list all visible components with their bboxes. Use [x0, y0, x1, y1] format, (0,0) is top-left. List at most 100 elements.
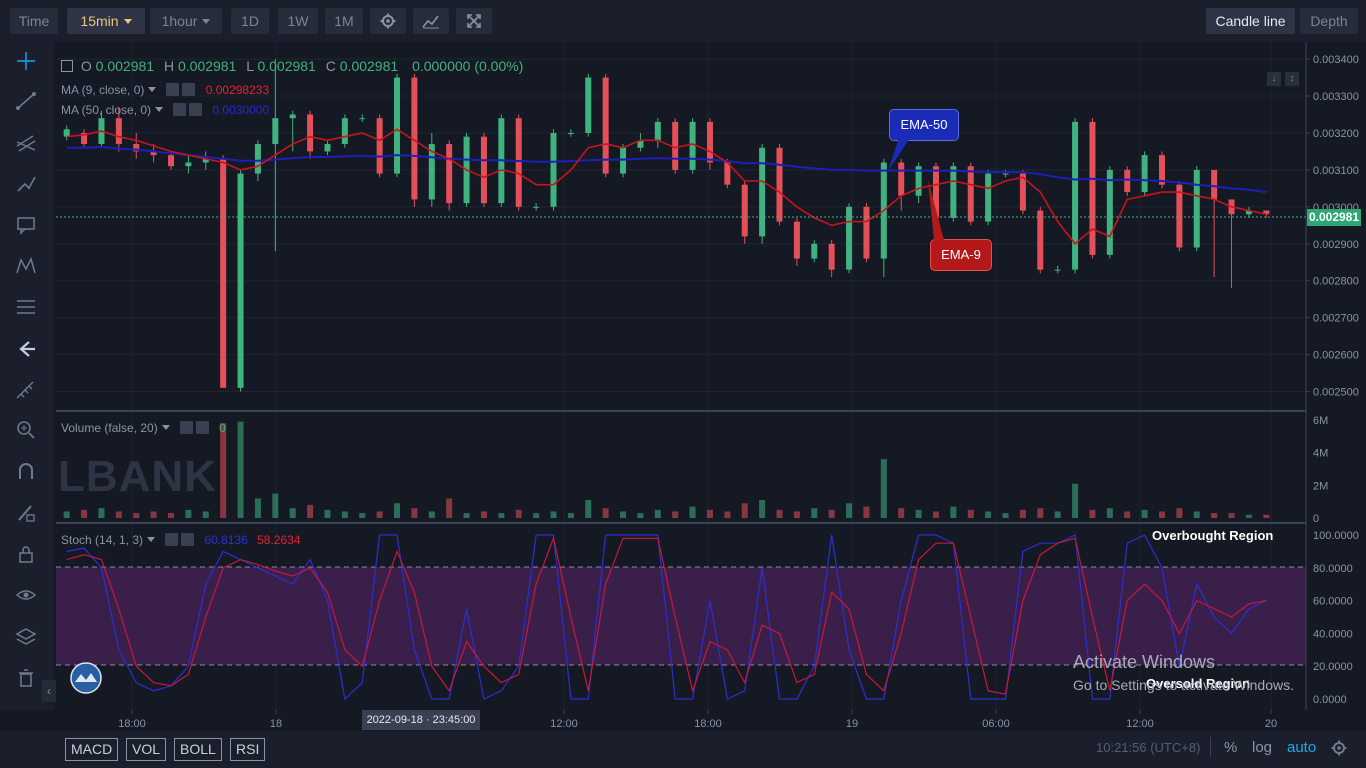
ma9-label: MA (9, close, 0) — [61, 83, 145, 97]
price-tick-label: 0.002500 — [1313, 387, 1359, 399]
candle-body — [376, 118, 383, 174]
activate-windows-subtitle: Go to Settings to activate Windows. — [1073, 677, 1294, 693]
candle-body — [533, 206, 540, 208]
chevron-down-icon[interactable] — [148, 87, 157, 92]
candle-body — [672, 121, 679, 170]
volume-bar — [967, 509, 974, 518]
volume-bar — [272, 493, 279, 518]
overbought-label: Overbought Region — [1152, 528, 1274, 543]
open-label: O — [80, 58, 92, 74]
price-tick-label: 0.003300 — [1313, 91, 1359, 103]
candle-body — [115, 118, 122, 145]
volume-bar — [81, 509, 88, 518]
candle-body — [741, 184, 748, 237]
candle-body — [237, 173, 244, 388]
volume-bar — [202, 511, 209, 518]
volume-bar — [1106, 508, 1113, 518]
gear-icon[interactable] — [165, 533, 179, 546]
candle-body — [1124, 169, 1131, 193]
rsi-button[interactable]: RSI — [230, 738, 266, 761]
vol-button[interactable]: VOL — [126, 738, 167, 761]
price-tick-label: 0.003100 — [1313, 165, 1359, 177]
candle-body — [759, 147, 766, 237]
close-icon[interactable] — [181, 533, 195, 546]
volume-bar — [63, 511, 70, 518]
macd-button[interactable]: MACD — [65, 738, 119, 761]
volume-bar — [1211, 513, 1218, 518]
high-label: H — [163, 58, 175, 74]
candle-body — [863, 206, 870, 259]
volume-bar — [654, 509, 661, 518]
volume-bar — [376, 511, 383, 518]
crosshair-time-label: 2022-09-18 · 23:45:00 — [362, 710, 480, 730]
chevron-down-icon[interactable] — [147, 537, 156, 542]
high-value: 0.002981 — [177, 58, 237, 74]
gear-icon[interactable] — [1331, 740, 1347, 756]
log-toggle[interactable]: log — [1252, 739, 1272, 756]
volume-bars-group — [63, 421, 1270, 518]
activate-windows-title: Activate Windows — [1073, 652, 1216, 672]
candle-body — [1072, 121, 1079, 270]
time-tick-label: 19 — [846, 718, 858, 730]
stoch-tick-label: 0.0000 — [1313, 694, 1347, 706]
ema-lines-group — [66, 128, 1267, 245]
scroll-updown-icon[interactable]: ↕ — [1285, 72, 1299, 86]
time-tick-label: 12:00 — [550, 718, 578, 730]
stoch-tick-label: 40.0000 — [1313, 628, 1353, 640]
percent-toggle[interactable]: % — [1224, 739, 1237, 756]
volume-bar — [115, 511, 122, 518]
close-icon[interactable] — [189, 103, 203, 116]
volume-bar — [1158, 511, 1165, 518]
last-price-tag: 0.002981 — [1307, 209, 1361, 226]
volume-bar — [863, 506, 870, 518]
close-icon[interactable] — [182, 83, 196, 96]
candle-body — [394, 77, 401, 174]
volume-bar — [1193, 511, 1200, 518]
price-tick-label: 0.002900 — [1313, 239, 1359, 251]
lbank-logo-icon — [70, 662, 102, 694]
ma50-legend: MA (50, close, 0) 0.0030000 — [61, 103, 269, 117]
volume-bar — [98, 508, 105, 518]
scroll-down-icon[interactable]: ↓ — [1267, 72, 1281, 86]
gear-icon[interactable] — [179, 421, 193, 434]
low-label: L — [246, 58, 254, 74]
volume-label: Volume (false, 20) — [61, 421, 158, 435]
stoch-tick-label: 100.0000 — [1313, 530, 1359, 542]
chevron-down-icon[interactable] — [155, 107, 164, 112]
price-tick-label: 0.002700 — [1313, 313, 1359, 325]
volume-bar — [724, 511, 731, 518]
candle-body — [446, 144, 453, 204]
close-icon[interactable] — [195, 421, 209, 434]
gear-icon[interactable] — [166, 83, 180, 96]
volume-bar — [932, 511, 939, 518]
volume-bar — [446, 498, 453, 518]
volume-bar — [168, 513, 175, 518]
time-tick-label: 06:00 — [982, 718, 1010, 730]
volume-bar — [1124, 511, 1131, 518]
volume-bar — [950, 506, 957, 518]
time-tick-label: 18:00 — [694, 718, 722, 730]
collapse-legend-icon[interactable] — [61, 60, 73, 72]
chevron-down-icon[interactable] — [161, 425, 170, 430]
candle-body — [1193, 169, 1200, 248]
auto-toggle[interactable]: auto — [1287, 739, 1316, 756]
time-tick-label: 12:00 — [1126, 718, 1154, 730]
price-tick-label: 0.002600 — [1313, 350, 1359, 362]
gear-icon[interactable] — [173, 103, 187, 116]
volume-bar — [706, 509, 713, 518]
volume-bar — [515, 509, 522, 518]
ma50-value: 0.0030000 — [212, 103, 270, 117]
low-value: 0.002981 — [257, 58, 316, 74]
volume-bar — [480, 511, 487, 518]
volume-bar — [689, 506, 696, 518]
boll-button[interactable]: BOLL — [174, 738, 222, 761]
price-tick-label: 0.002800 — [1313, 276, 1359, 288]
volume-bar — [811, 508, 818, 518]
candle-body — [272, 118, 279, 145]
volume-bar — [880, 459, 887, 518]
candle-body — [168, 155, 175, 167]
clock-time: 10:21:56 (UTC+8) — [1096, 740, 1201, 755]
volume-bar — [237, 421, 244, 518]
candle-body — [828, 243, 835, 270]
volume-bar — [185, 509, 192, 518]
